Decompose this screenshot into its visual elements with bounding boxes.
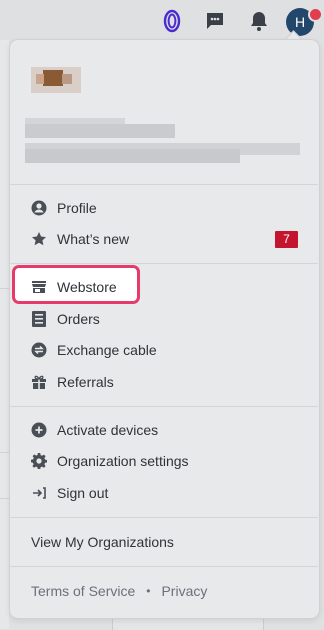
menu-item-label: Activate devices [57, 422, 159, 438]
menu-item-label: Organization settings [57, 453, 189, 469]
view-my-organizations-link[interactable]: View My Organizations [31, 534, 174, 550]
menu-item-label: Referrals [57, 374, 114, 390]
menu-item-referrals[interactable]: Referrals [10, 367, 318, 397]
menu-item-whats-new[interactable]: What’s new 7 [10, 224, 318, 254]
list-icon [31, 311, 47, 327]
notification-badge: 7 [275, 230, 298, 248]
menu-item-sign-out[interactable]: Sign out [10, 478, 318, 508]
menu-item-organization-settings[interactable]: Organization settings [10, 446, 318, 476]
menu-item-label: Webstore [57, 279, 117, 295]
top-bar: H [0, 0, 324, 40]
notification-dot [308, 7, 323, 22]
sign-out-icon [31, 485, 47, 501]
menu-divider [10, 184, 318, 185]
gift-icon [31, 374, 47, 390]
store-icon [31, 279, 47, 295]
menu-item-label: What’s new [57, 231, 130, 247]
avatar-initial: H [294, 14, 306, 30]
menu-divider [10, 263, 318, 264]
app-logo-icon[interactable] [157, 6, 187, 36]
menu-footer: Terms of Service • Privacy [31, 583, 207, 599]
gear-icon [31, 453, 47, 469]
menu-divider [10, 566, 318, 567]
background-page [0, 40, 9, 629]
user-circle-icon [31, 200, 47, 216]
terms-of-service-link[interactable]: Terms of Service [31, 583, 135, 599]
menu-item-activate-devices[interactable]: Activate devices [10, 415, 318, 445]
star-icon [31, 231, 47, 247]
menu-item-webstore[interactable]: Webstore [10, 272, 318, 302]
menu-item-label: Exchange cable [57, 342, 157, 358]
bell-icon[interactable] [244, 6, 274, 36]
privacy-link[interactable]: Privacy [161, 583, 207, 599]
footer-separator: • [146, 584, 151, 598]
menu-item-exchange-cable[interactable]: Exchange cable [10, 335, 318, 365]
chat-icon[interactable] [200, 6, 230, 36]
menu-item-label: Sign out [57, 485, 109, 501]
menu-divider [10, 517, 318, 518]
menu-item-label: Profile [57, 200, 97, 216]
exchange-icon [31, 342, 47, 358]
menu-item-orders[interactable]: Orders [10, 304, 318, 334]
menu-item-profile[interactable]: Profile [10, 193, 318, 223]
menu-item-label: Orders [57, 311, 100, 327]
plus-circle-icon [31, 422, 47, 438]
menu-divider [10, 406, 318, 407]
